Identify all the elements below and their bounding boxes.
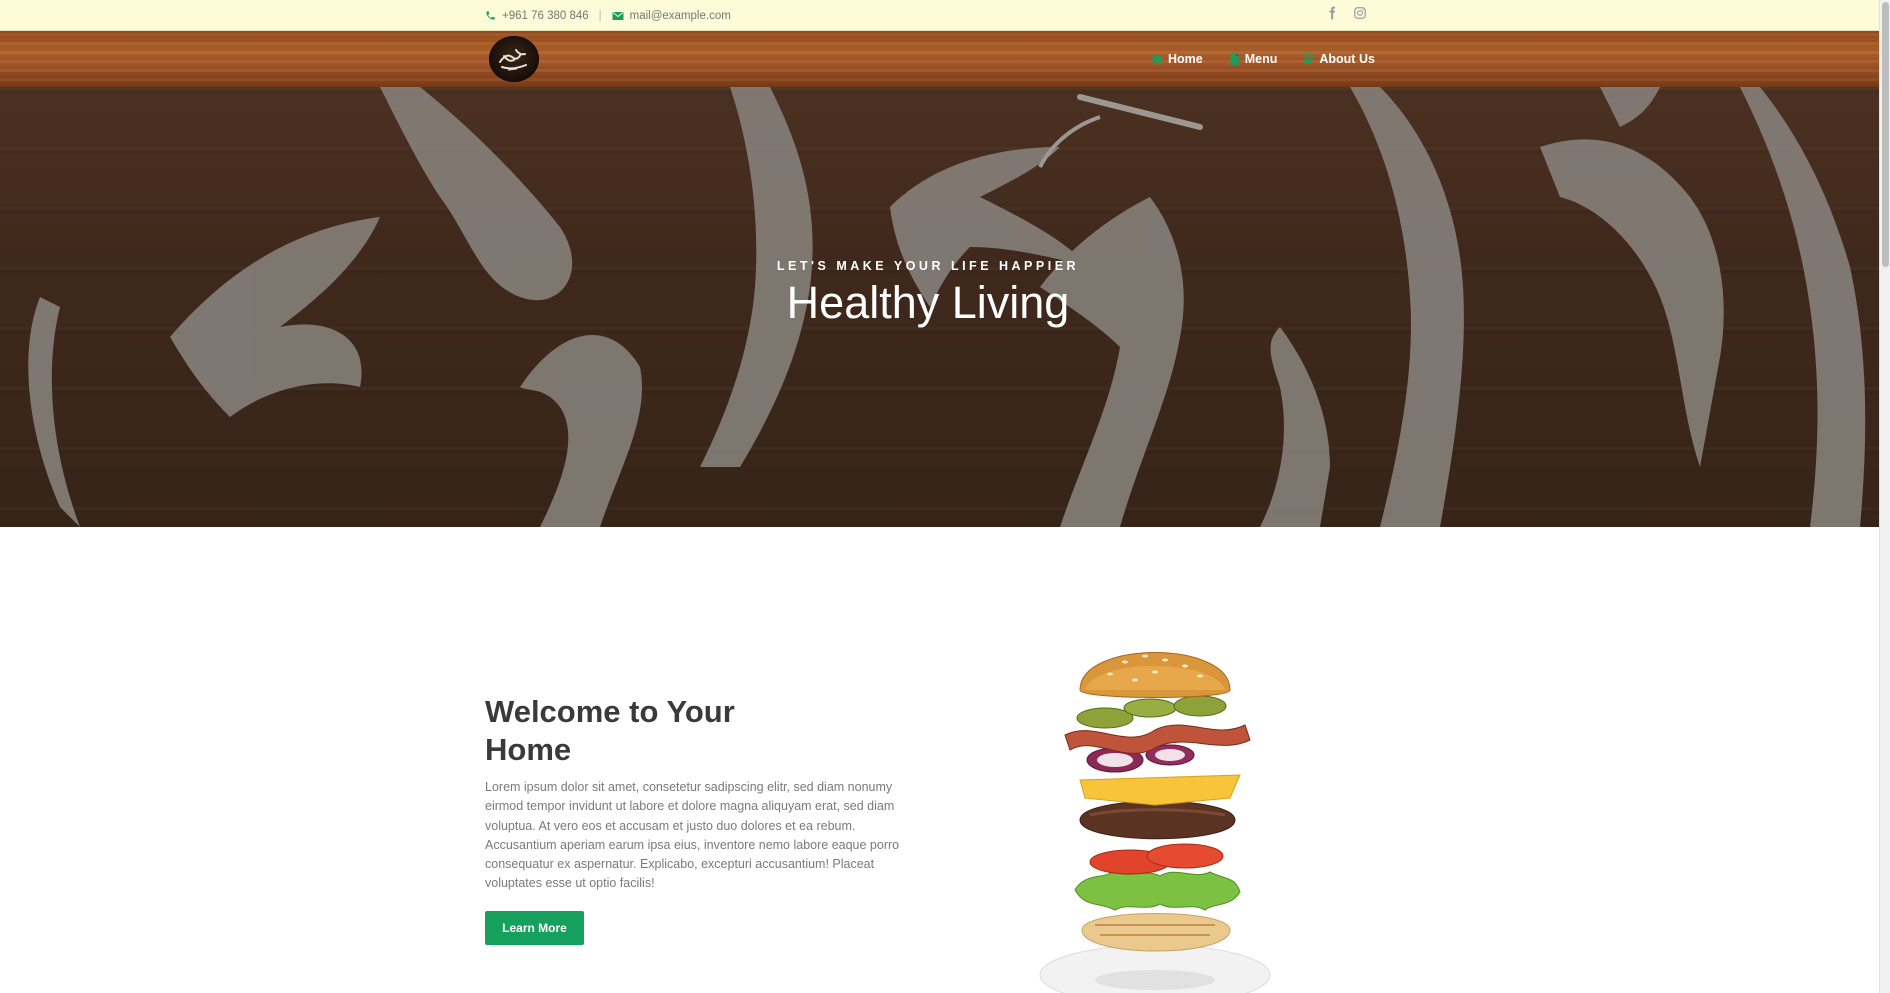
page-scrollbar[interactable] [1879,0,1890,993]
phone-number: +961 76 380 846 [502,9,589,22]
instagram-link[interactable] [1353,6,1367,25]
main-nav: Home Menu About Us [1150,31,1375,87]
nav-menu[interactable]: Menu [1227,52,1278,66]
restaurant-logo[interactable] [489,36,539,82]
nav-home-label: Home [1168,52,1203,66]
page: +961 76 380 846 | mail@example.com Home … [0,0,1890,993]
home-icon [1151,53,1163,65]
welcome-title-line1: Welcome to Your [485,694,735,729]
facebook-link[interactable] [1325,6,1339,25]
phone-icon [486,11,495,20]
file-icon [1230,53,1239,65]
nav-about-label: About Us [1319,52,1375,66]
separator: | [598,9,602,22]
hero-title: Healthy Living [786,277,1070,328]
learn-more-button[interactable]: Learn More [485,911,584,945]
burger-image [1039,652,1271,993]
paw-icon [1303,53,1314,65]
welcome-body: Lorem ipsum dolor sit amet, consetetur s… [485,780,900,891]
email-address: mail@example.com [629,9,731,22]
top-info-bar: +961 76 380 846 | mail@example.com [0,0,1879,31]
facebook-icon [1329,6,1335,20]
nav-menu-label: Menu [1244,52,1278,66]
email-link[interactable]: mail@example.com [612,10,731,22]
hero-subtitle: LET'S MAKE YOUR LIFE HAPPIER [776,259,1080,273]
welcome-title: Welcome to Your Home [485,693,785,769]
contact-info: +961 76 380 846 | mail@example.com [485,0,731,31]
nav-about[interactable]: About Us [1301,52,1375,66]
main-navbar: Home Menu About Us [0,31,1879,87]
logo-calligraphy-icon [499,49,527,71]
welcome-title-line2: Home [485,732,572,767]
scrollbar-thumb[interactable] [1882,2,1889,267]
phone-link[interactable]: +961 76 380 846 [485,10,589,22]
nav-home[interactable]: Home [1150,52,1203,66]
instagram-icon [1354,7,1366,19]
social-links [1325,0,1367,31]
mail-icon [612,11,624,20]
hero-banner: LET'S MAKE YOUR LIFE HAPPIER Healthy Liv… [0,87,1879,527]
